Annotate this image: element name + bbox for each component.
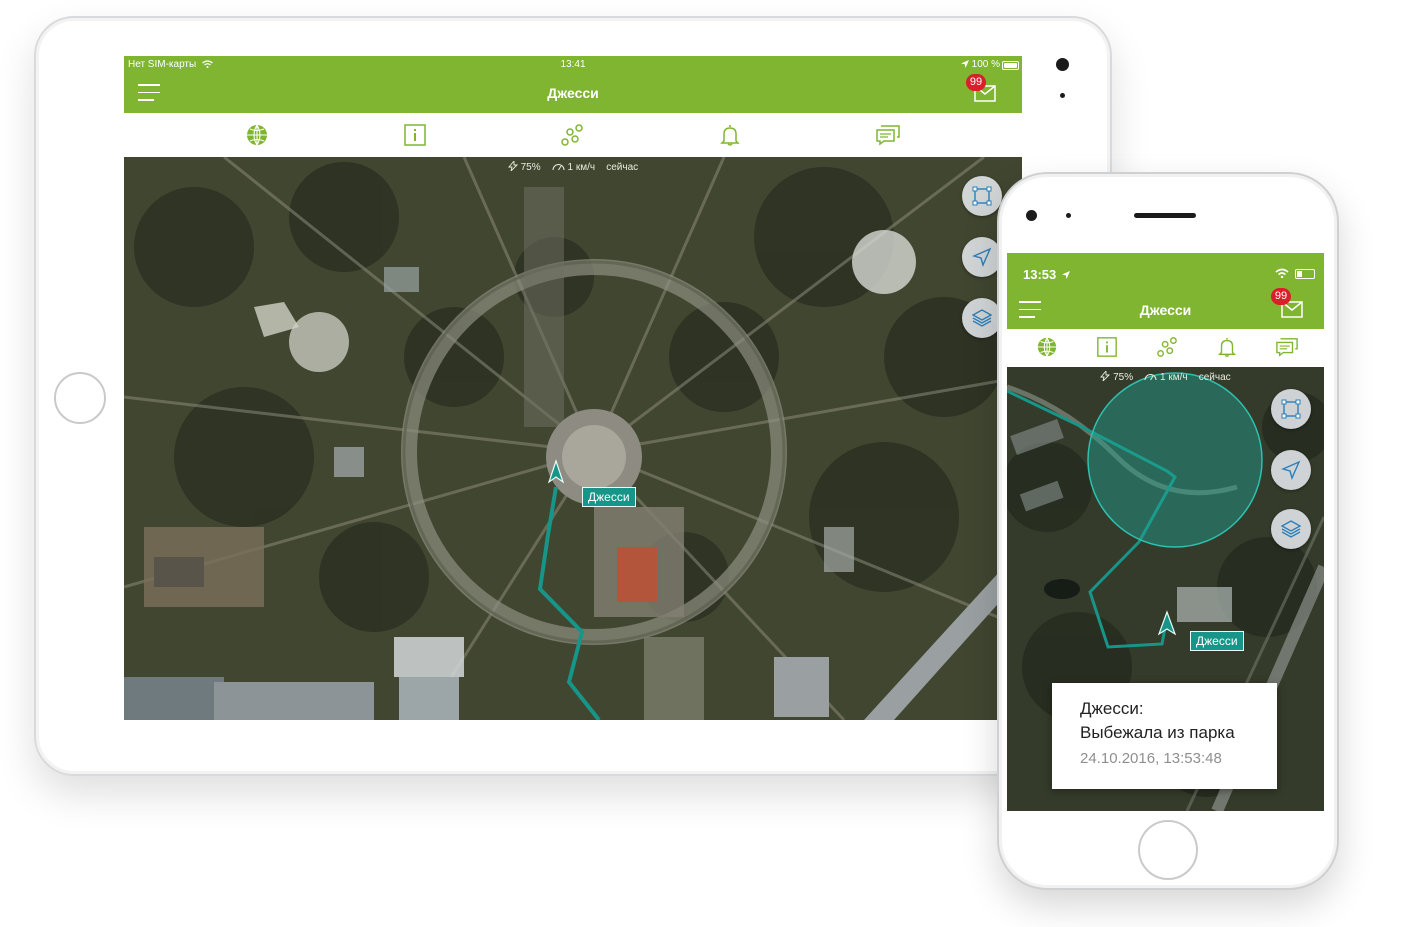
battery-level-icon <box>507 159 518 173</box>
bell-icon <box>720 125 740 146</box>
layers-icon <box>972 309 992 327</box>
phone-speaker <box>1134 213 1196 218</box>
pet-marker-label[interactable]: Джесси <box>1190 631 1244 651</box>
tablet-navbar: Джесси 99 <box>124 74 1022 113</box>
location-arrow-icon <box>960 60 969 68</box>
tablet-tab-bar <box>124 113 1022 158</box>
globe-icon <box>247 124 267 146</box>
unread-badge: 99 <box>966 74 986 91</box>
tablet-status-bar: Нет SIM-карты 13:41 100 % <box>124 56 1022 74</box>
phone-status-bar: 13:53 <box>1007 253 1324 293</box>
tablet-camera <box>1056 58 1069 71</box>
tab-info[interactable] <box>403 123 429 147</box>
satellite-map <box>124 157 1022 720</box>
phone-camera <box>1026 210 1037 221</box>
battery-percent: 100 % <box>960 59 1000 70</box>
phone-navbar: Джесси 99 <box>1007 288 1324 329</box>
tracker-battery: 75% <box>520 162 541 173</box>
phone-screen: 13:53 Джесси 99 75% 1 км/ч сейчас Джесси… <box>1007 253 1324 811</box>
locate-button[interactable] <box>962 237 1002 277</box>
status-time: 13:41 <box>560 59 586 70</box>
location-arrow-icon <box>1061 271 1070 279</box>
notification-popup[interactable]: Джесси: Выбежала из парка 24.10.2016, 13… <box>1052 683 1277 789</box>
locate-icon <box>1281 460 1301 480</box>
notification-message: Выбежала из парка <box>1080 723 1235 742</box>
page-title: Джесси <box>547 85 599 101</box>
phone-sensor <box>1066 213 1071 218</box>
battery-icon <box>1002 61 1019 70</box>
layers-button[interactable] <box>962 298 1002 338</box>
tab-tracks[interactable] <box>1156 336 1182 360</box>
tracker-info: 75% 1 км/ч сейчас <box>124 159 1022 173</box>
globe-icon <box>1037 337 1057 357</box>
phone-status-time: 13:53 <box>1023 267 1070 282</box>
geofence-button[interactable] <box>962 176 1002 216</box>
tab-alerts[interactable] <box>718 123 744 147</box>
route-icon <box>1157 337 1177 357</box>
speed-icon <box>552 164 565 171</box>
geofence-icon <box>972 186 992 206</box>
chat-icon <box>876 125 900 146</box>
geofence-button[interactable] <box>1271 389 1311 429</box>
tab-alerts[interactable] <box>1216 336 1242 360</box>
tablet-screen: Нет SIM-карты 13:41 100 % Джесси 99 75% … <box>124 56 1022 720</box>
phone-battery-icon <box>1295 269 1315 279</box>
bell-icon <box>1218 337 1236 357</box>
phone-tab-bar <box>1007 329 1324 368</box>
locate-button[interactable] <box>1271 450 1311 490</box>
notification-title: Джесси: <box>1080 699 1144 718</box>
battery-level-icon <box>1100 369 1111 383</box>
tab-info[interactable] <box>1096 336 1122 360</box>
tablet-home-button[interactable] <box>54 372 106 424</box>
phone-unread-badge: 99 <box>1271 288 1291 305</box>
locate-icon <box>972 247 992 267</box>
phone-home-button[interactable] <box>1138 820 1198 880</box>
tab-messages[interactable] <box>875 123 901 147</box>
geofence-icon <box>1281 399 1301 419</box>
chat-icon <box>1276 338 1298 357</box>
layers-button[interactable] <box>1271 509 1311 549</box>
layers-icon <box>1281 520 1301 538</box>
tracker-info: 75% 1 км/ч сейчас <box>1007 369 1324 383</box>
route-icon <box>561 124 583 146</box>
tablet-sensor <box>1060 93 1065 98</box>
tab-map[interactable] <box>1036 336 1062 360</box>
tracker-updated: сейчас <box>606 162 639 173</box>
tracker-updated: сейчас <box>1198 372 1231 383</box>
wifi-icon <box>1275 268 1289 278</box>
notification-timestamp: 24.10.2016, 13:53:48 <box>1080 750 1222 767</box>
info-icon <box>404 124 426 146</box>
tablet-map[interactable]: 75% 1 км/ч сейчас Джесси <box>124 157 1022 720</box>
tracker-speed: 1 км/ч <box>567 162 596 173</box>
tracker-speed: 1 км/ч <box>1160 372 1188 383</box>
info-icon <box>1097 337 1117 357</box>
tab-tracks[interactable] <box>560 123 586 147</box>
tracker-battery: 75% <box>1113 372 1134 383</box>
speed-icon <box>1144 374 1157 381</box>
pet-marker-label[interactable]: Джесси <box>582 487 636 507</box>
phone-map[interactable]: 75% 1 км/ч сейчас Джесси Джесси: Выбежал… <box>1007 367 1324 811</box>
tab-messages[interactable] <box>1275 336 1301 360</box>
tab-map[interactable] <box>245 123 271 147</box>
